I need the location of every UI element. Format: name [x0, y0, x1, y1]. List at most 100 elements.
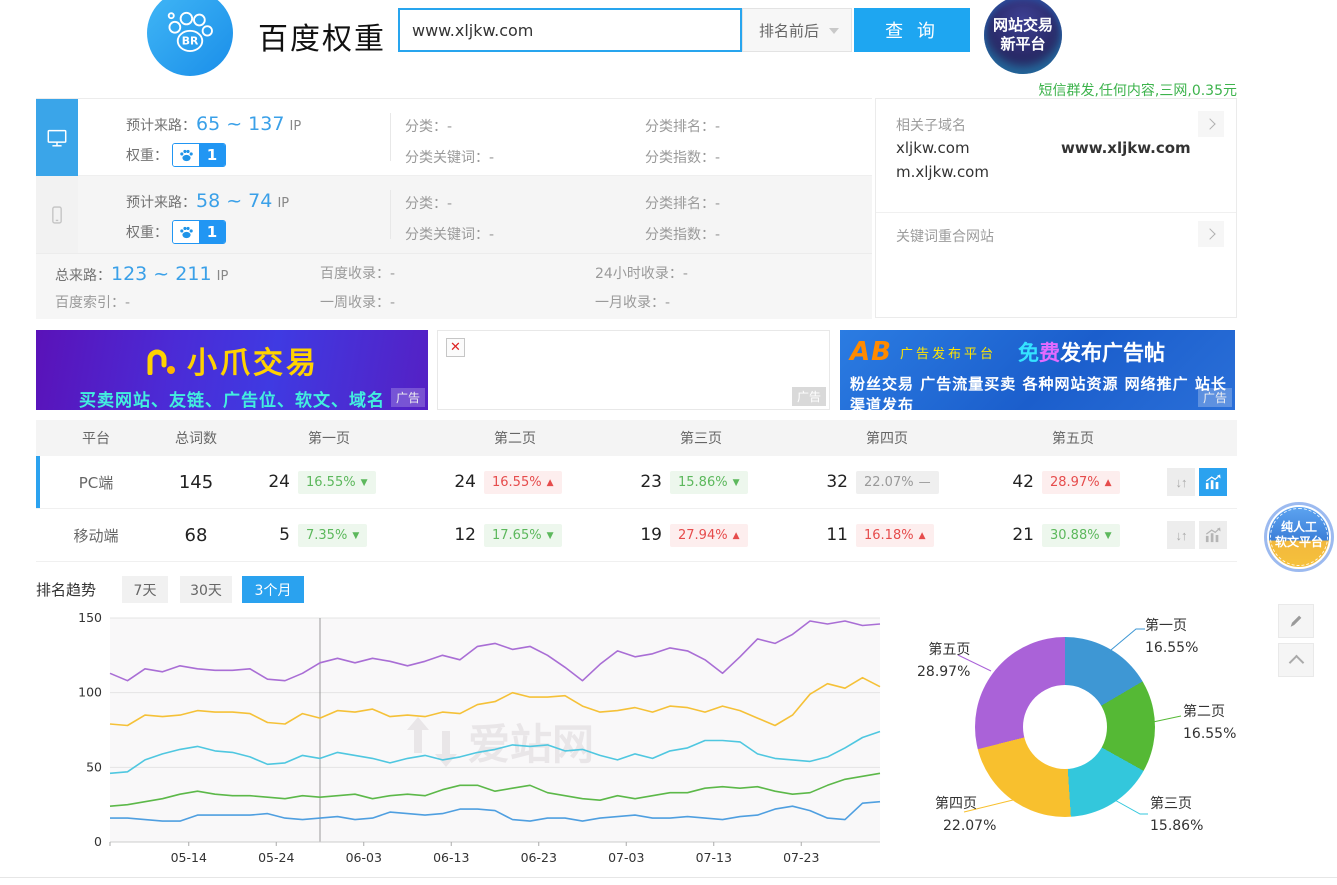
- ad-banner-xiaozhua[interactable]: 小爪交易 买卖网站、友链、广告位、软文、域名 广告: [36, 330, 428, 410]
- overlap-title: 关键词重合网站: [896, 226, 994, 246]
- dropdown-label: 排名前后: [759, 20, 819, 41]
- category-index: 分类指数：-: [645, 147, 720, 167]
- page-count-cell: 2130.88%▼: [980, 524, 1166, 547]
- broken-image-icon: ✕: [446, 338, 465, 357]
- page-count-cell: 1217.65%▼: [422, 524, 608, 547]
- overlap-more-button[interactable]: [1198, 221, 1224, 247]
- table-row-pc: PC端 145 2416.55%▼2416.55%▲2315.86%▼3222.…: [36, 456, 1237, 509]
- ad-tag: 广告: [391, 388, 425, 407]
- paw-m-icon: [179, 225, 194, 240]
- back-to-top-button[interactable]: [1278, 643, 1314, 677]
- site-logo[interactable]: BR: [147, 0, 233, 76]
- site-trade-badge[interactable]: 网站交易 新平台: [984, 0, 1062, 74]
- donut-label-page2: 第二页16.55%: [1183, 701, 1236, 745]
- svg-text:05-24: 05-24: [258, 850, 294, 865]
- donut-chart[interactable]: [975, 637, 1155, 817]
- query-button[interactable]: 查 询: [854, 8, 970, 52]
- page-count-cell: 2416.55%▼: [236, 471, 422, 494]
- subdomains-more-button[interactable]: [1198, 111, 1224, 137]
- baidu-included: 百度收录：-: [320, 263, 395, 283]
- chevron-up-icon: [1288, 655, 1304, 671]
- page-count-cell: 2315.86%▼: [608, 471, 794, 494]
- paw-icon: [179, 148, 194, 163]
- donut-label-page3: 第三页15.86%: [1150, 793, 1203, 837]
- sort-arrows-icon: ↓↑: [1176, 475, 1187, 490]
- mobile-icon: [47, 204, 67, 226]
- search-input[interactable]: [398, 8, 742, 52]
- tab-7days[interactable]: 7天: [122, 576, 168, 603]
- svg-text:150: 150: [78, 610, 102, 625]
- chevron-down-icon: [829, 28, 839, 34]
- donut-label-page4: 第四页22.07%: [935, 793, 996, 837]
- page-count-cell: 57.35%▼: [236, 524, 422, 547]
- overview-row-mobile: 预计来路：58 ~ 74 IP 权重： 1 分类：- 分类关键词：- 分类排名：…: [78, 176, 872, 253]
- subdomain-link[interactable]: m.xljkw.com: [896, 163, 989, 181]
- traffic-value: 65 ~ 137: [196, 113, 284, 135]
- feedback-button[interactable]: [1278, 604, 1314, 638]
- tab-30days[interactable]: 30天: [180, 576, 232, 603]
- table-row-mobile: 移动端 68 57.35%▼1217.65%▼1927.94%▲1116.18%…: [36, 509, 1237, 562]
- trend-chart-button[interactable]: [1199, 468, 1227, 496]
- ad-banner-adpost[interactable]: AB 广告发布平台 免费发布广告帖 粉丝交易 广告流量买卖 各种网站资源 网络推…: [840, 330, 1235, 410]
- subdomain-link-current[interactable]: www.xljkw.com: [1061, 139, 1191, 157]
- sort-button[interactable]: ↓↑: [1167, 468, 1195, 496]
- sort-arrows-icon: ↓↑: [1176, 528, 1187, 543]
- chevron-right-icon: [1204, 118, 1215, 129]
- baidu-weight-badge-mobile[interactable]: 1: [172, 220, 226, 244]
- svg-text:06-03: 06-03: [346, 850, 382, 865]
- subdomain-link[interactable]: xljkw.com: [896, 139, 970, 157]
- subdomains-title: 相关子域名: [896, 115, 966, 135]
- page-distribution-chart: 第一页16.55% 第二页16.55% 第三页15.86% 第四页22.07% …: [900, 603, 1237, 877]
- donut-label-page1: 第一页16.55%: [1145, 615, 1198, 659]
- category-keywords: 分类关键词：-: [405, 147, 494, 167]
- page-count-cell: 3222.07%—: [794, 471, 980, 494]
- footer-divider: [0, 877, 1337, 878]
- rank-order-dropdown[interactable]: 排名前后: [742, 8, 852, 52]
- xiaozhua-logo-icon: [145, 345, 179, 375]
- baidu-index: 百度索引：-: [55, 292, 130, 312]
- donut-label-page5: 第五页28.97%: [917, 639, 970, 683]
- soft-article-badge[interactable]: 纯人工 软文平台: [1267, 505, 1331, 569]
- svg-text:爱站网: 爱站网: [468, 720, 594, 769]
- svg-text:BR: BR: [182, 35, 199, 48]
- device-tab-pc[interactable]: [36, 99, 78, 176]
- monitor-icon: [46, 127, 68, 149]
- category-rank: 分类排名：-: [645, 116, 720, 136]
- svg-text:100: 100: [78, 685, 102, 700]
- overview-panel: 预计来路：65 ~ 137 IP 权重： 1 分类：- 分类关键词：- 分类排名…: [36, 98, 1237, 318]
- chevron-right-icon: [1204, 228, 1215, 239]
- page-count-cell: 4228.97%▲: [980, 471, 1166, 494]
- trend-section-title: 排名趋势: [36, 579, 96, 600]
- tab-3months[interactable]: 3个月: [242, 576, 304, 603]
- ad-banner-empty[interactable]: ✕ 广告: [437, 330, 830, 410]
- related-panel: 相关子域名 xljkw.com www.xljkw.com m.xljkw.co…: [875, 98, 1237, 318]
- category: 分类：-: [405, 116, 452, 136]
- week-included: 一周收录：-: [320, 292, 395, 312]
- sort-button[interactable]: ↓↑: [1167, 521, 1195, 549]
- bar-chart-icon: [1205, 527, 1221, 543]
- baidu-weight-page: BR 百度权重 排名前后 查 询 网站交易 新平台 短信群发,任何内容,三网,0…: [0, 0, 1337, 885]
- month-included: 一月收录：-: [595, 292, 670, 312]
- table-header: 平台 总词数 第一页 第二页 第三页 第四页 第五页: [36, 420, 1237, 456]
- sms-promo-link[interactable]: 短信群发,任何内容,三网,0.35元: [1038, 80, 1237, 100]
- paw-logo-icon: BR: [159, 2, 221, 64]
- ad-tag: 广告: [1198, 388, 1232, 407]
- page-count-cell: 1116.18%▲: [794, 524, 980, 547]
- svg-text:07-23: 07-23: [783, 850, 819, 865]
- h24-included: 24小时收录：-: [595, 263, 688, 283]
- traffic-label: 预计来路：: [126, 118, 196, 134]
- svg-text:07-03: 07-03: [608, 850, 644, 865]
- rank-trend-chart[interactable]: 爱站网05-1405-2406-0306-1306-2307-0307-1307…: [36, 608, 886, 877]
- svg-text:05-14: 05-14: [171, 850, 207, 865]
- svg-text:06-23: 06-23: [521, 850, 557, 865]
- overview-row-pc: 预计来路：65 ~ 137 IP 权重： 1 分类：- 分类关键词：- 分类排名…: [78, 99, 872, 176]
- svg-text:07-13: 07-13: [696, 850, 732, 865]
- weight-label: 权重：: [126, 145, 168, 165]
- ad-tag: 广告: [792, 387, 826, 406]
- trend-chart-button[interactable]: [1199, 521, 1227, 549]
- page-count-cell: 2416.55%▲: [422, 471, 608, 494]
- device-tab-mobile[interactable]: [36, 176, 78, 253]
- page-count-cell: 1927.94%▲: [608, 524, 794, 547]
- svg-text:50: 50: [86, 759, 102, 774]
- baidu-weight-badge-pc[interactable]: 1: [172, 143, 226, 167]
